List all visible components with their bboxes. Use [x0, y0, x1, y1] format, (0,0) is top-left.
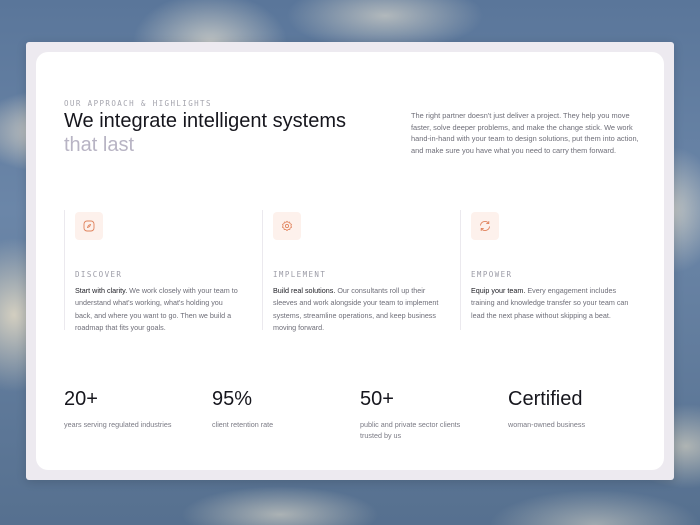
browser-frame: OUR APPROACH & HIGHLIGHTS We integrate i… [26, 42, 674, 480]
stat-value: Certified [508, 388, 583, 410]
compass-icon [83, 220, 95, 232]
step-description: Start with clarity. We work closely with… [75, 285, 241, 335]
stat-certified: Certified woman-owned business [508, 387, 648, 430]
section-eyebrow: OUR APPROACH & HIGHLIGHTS [64, 99, 212, 108]
step-icon-box [273, 212, 301, 240]
step-discover: DISCOVER Start with clarity. We work clo… [64, 210, 241, 332]
step-icon-box [471, 212, 499, 240]
step-title: EMPOWER [471, 270, 513, 279]
stat-clients: 50+ public and private sector clients tr… [360, 387, 500, 441]
step-lead: Start with clarity. [75, 286, 128, 295]
step-lead: Build real solutions. [273, 286, 336, 295]
gear-icon [282, 220, 292, 231]
step-icon-box [75, 212, 103, 240]
stat-label: woman-owned business [508, 420, 586, 429]
stat-years: 20+ years serving regulated industries [64, 387, 204, 430]
stat-retention: 95% client retention rate [212, 387, 352, 430]
step-description: Equip your team. Every engagement includ… [471, 285, 637, 322]
step-title: DISCOVER [75, 270, 123, 279]
section-intro: The right partner doesn't just deliver a… [411, 111, 639, 155]
approach-section-card: OUR APPROACH & HIGHLIGHTS We integrate i… [36, 52, 664, 470]
step-implement: IMPLEMENT Build real solutions. Our cons… [262, 210, 439, 332]
refresh-icon [480, 220, 490, 232]
headline-main: We integrate intelligent systems [64, 110, 346, 132]
step-lead: Equip your team. [471, 286, 526, 295]
stat-label: client retention rate [212, 420, 274, 429]
stat-label: public and private sector clients truste… [360, 420, 461, 440]
section-headline: We integrate intelligent systems that la… [64, 109, 384, 157]
headline-muted: that last [64, 134, 135, 156]
step-title: IMPLEMENT [273, 270, 327, 279]
stat-value: 50+ [360, 388, 394, 410]
step-description: Build real solutions. Our consultants ro… [273, 285, 439, 335]
stat-label: years serving regulated industries [64, 420, 172, 429]
stat-value: 20+ [64, 388, 98, 410]
stat-value: 95% [212, 388, 253, 410]
step-empower: EMPOWER Equip your team. Every engagemen… [460, 210, 637, 330]
